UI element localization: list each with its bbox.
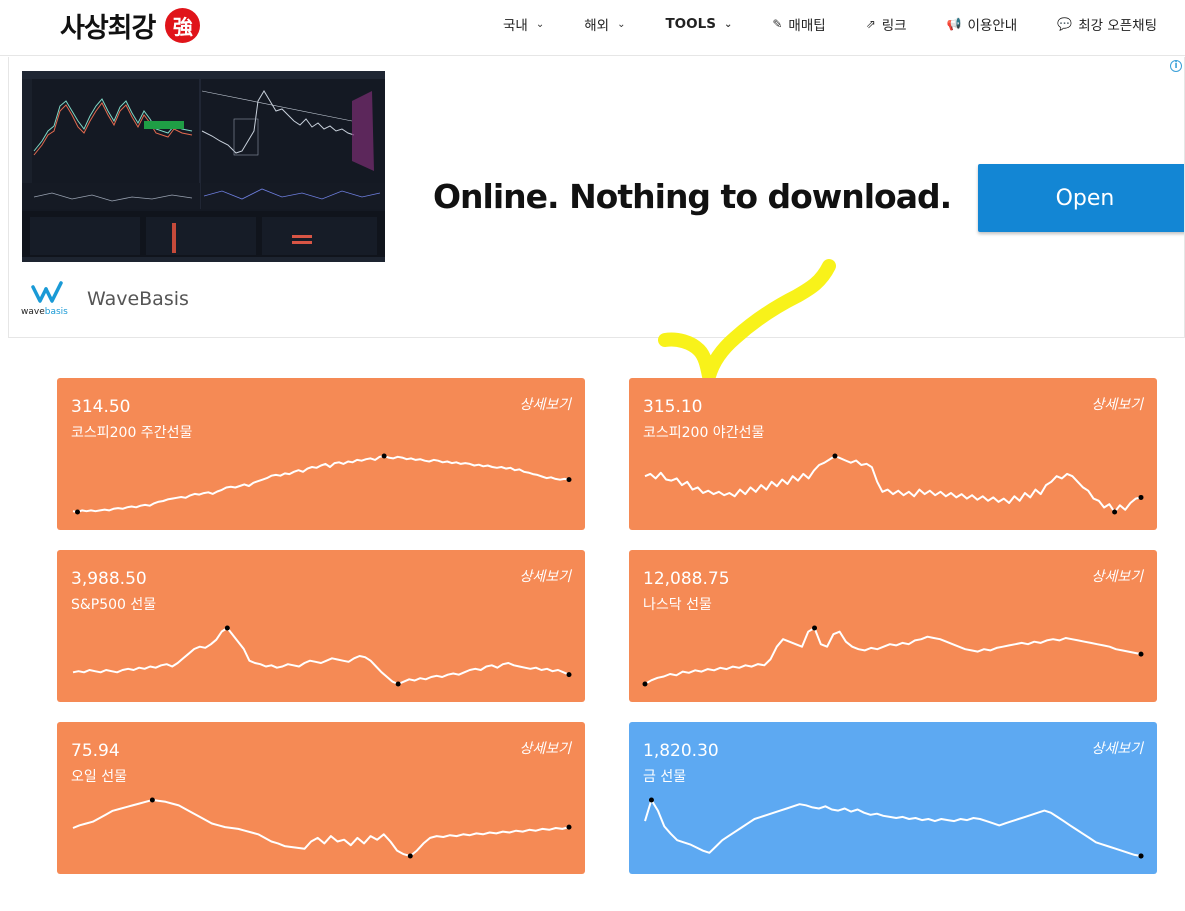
wave-logo-icon xyxy=(31,281,63,303)
sparkline-chart xyxy=(644,797,1144,859)
nav-item-overseas[interactable]: 해외 ⌄ xyxy=(584,14,625,34)
sparkline-chart xyxy=(72,625,572,687)
nav-item-label: 해외 xyxy=(584,18,610,34)
wavebasis-logo: wavebasis xyxy=(21,281,73,317)
logo-text: 사상최강 xyxy=(60,13,156,44)
logo-wordmark: wavebasis xyxy=(21,307,68,317)
price-value: 3,988.50 xyxy=(71,569,147,589)
sparkline-chart xyxy=(644,453,1144,515)
price-value: 12,088.75 xyxy=(643,569,730,589)
nav-item-domestic[interactable]: 국내 ⌄ xyxy=(503,14,544,34)
sparkline-chart xyxy=(72,453,572,515)
sparkline-path xyxy=(644,627,1142,685)
sparkline-max-marker xyxy=(648,797,654,803)
detail-link[interactable]: 상세보기 xyxy=(1091,566,1143,586)
sparkline-last-marker xyxy=(566,824,572,830)
sparkline-path xyxy=(644,455,1142,513)
sparkline-last-marker xyxy=(566,672,572,678)
nav-item-trading-tips[interactable]: ✎ 매매팁 xyxy=(772,14,825,34)
detail-link[interactable]: 상세보기 xyxy=(519,394,571,414)
chevron-down-icon: ⌄ xyxy=(535,18,545,30)
sparkline-last-marker xyxy=(1138,651,1144,657)
sparkline-last-marker xyxy=(1138,494,1144,500)
trading-platform-screenshot xyxy=(22,71,385,262)
price-value: 75.94 xyxy=(71,741,120,761)
nav-item-links[interactable]: ⇗ 링크 xyxy=(866,14,907,34)
nav-item-open-chat[interactable]: 💬 최강 오픈채팅 xyxy=(1057,14,1157,34)
sparkline-last-marker xyxy=(1138,853,1144,859)
edit-icon: ✎ xyxy=(772,17,783,31)
card-kospi200-day[interactable]: 314.50 코스피200 주간선물 상세보기 xyxy=(57,378,585,530)
instrument-name: 코스피200 주간선물 xyxy=(71,425,193,441)
chevron-down-icon: ⌄ xyxy=(617,18,626,30)
price-value: 315.10 xyxy=(643,397,703,417)
detail-link[interactable]: 상세보기 xyxy=(519,566,571,586)
sparkline-path xyxy=(72,627,570,685)
card-kospi200-night[interactable]: 315.10 코스피200 야간선물 상세보기 xyxy=(629,378,1157,530)
instrument-name: 나스닥 선물 xyxy=(643,597,712,613)
sparkline-max-marker xyxy=(812,625,818,631)
price-value: 1,820.30 xyxy=(643,741,719,761)
card-nasdaq-futures[interactable]: 12,088.75 나스닥 선물 상세보기 xyxy=(629,550,1157,702)
ad-open-button[interactable]: Open xyxy=(978,164,1184,232)
ad-info-icon[interactable]: i xyxy=(1170,60,1182,72)
checkmark-annotation-icon xyxy=(658,259,836,383)
sparkline-chart xyxy=(642,625,1144,687)
nav-item-label: 링크 xyxy=(881,18,907,34)
ad-screenshot-image[interactable] xyxy=(22,71,385,262)
sparkline-path xyxy=(72,455,570,513)
nav-item-label: 최강 오픈채팅 xyxy=(1078,18,1157,34)
instrument-name: 오일 선물 xyxy=(71,769,127,785)
ad-brand-name: WaveBasis xyxy=(87,288,189,310)
nav-item-label: 매매팁 xyxy=(788,18,826,34)
sparkline-min-marker xyxy=(395,681,401,687)
main-nav: 국내 ⌄ 해외 ⌄ TOOLS ⌄ ✎ 매매팁 ⇗ 링크 📢 이용안내 💬 최강… xyxy=(463,14,1157,34)
bullhorn-icon: 📢 xyxy=(946,17,962,31)
nav-item-tools[interactable]: TOOLS ⌄ xyxy=(665,16,732,32)
sparkline-max-marker xyxy=(381,453,387,459)
detail-link[interactable]: 상세보기 xyxy=(1091,394,1143,414)
external-link-icon: ⇗ xyxy=(865,17,876,31)
sparkline-path xyxy=(72,799,570,857)
detail-link[interactable]: 상세보기 xyxy=(1091,738,1143,758)
ad-headline[interactable]: Online. Nothing to download. xyxy=(433,177,952,216)
price-value: 314.50 xyxy=(71,397,131,417)
chevron-down-icon: ⌄ xyxy=(723,18,733,30)
detail-link[interactable]: 상세보기 xyxy=(519,738,571,758)
site-header: 사상최강 強 국내 ⌄ 해외 ⌄ TOOLS ⌄ ✎ 매매팁 ⇗ 링크 📢 이용… xyxy=(0,0,1185,56)
sparkline-min-marker xyxy=(75,509,81,515)
card-sp500-futures[interactable]: 3,988.50 S&P500 선물 상세보기 xyxy=(57,550,585,702)
logo-word-wave: wave xyxy=(21,307,45,317)
site-logo[interactable]: 사상최강 強 xyxy=(60,6,201,45)
logo-seal-icon: 強 xyxy=(165,8,201,43)
instrument-name: 코스피200 야간선물 xyxy=(643,425,765,441)
chat-icon: 💬 xyxy=(1057,17,1073,31)
nav-item-label: 이용안내 xyxy=(967,18,1018,34)
nav-item-label: TOOLS xyxy=(665,16,716,32)
sparkline-last-marker xyxy=(566,477,572,483)
logo-word-basis: basis xyxy=(44,307,68,317)
card-oil-futures[interactable]: 75.94 오일 선물 상세보기 xyxy=(57,722,585,874)
nav-item-guide[interactable]: 📢 이용안내 xyxy=(947,14,1018,34)
sparkline-max-marker xyxy=(224,625,230,631)
sparkline-max-marker xyxy=(149,797,155,803)
instrument-name: 금 선물 xyxy=(643,769,687,785)
nav-item-label: 국내 xyxy=(503,18,528,34)
sparkline-min-marker xyxy=(1112,509,1118,515)
sparkline-min-marker xyxy=(642,681,648,687)
sparkline-max-marker xyxy=(832,453,838,459)
ad-brand[interactable]: wavebasis WaveBasis xyxy=(21,281,189,317)
sparkline-chart xyxy=(72,797,572,859)
sparkline-min-marker xyxy=(407,853,413,859)
sparkline-path xyxy=(644,799,1142,857)
instrument-name: S&P500 선물 xyxy=(71,597,157,613)
advertisement-banner[interactable]: i Online. Nothing to download. Open wave… xyxy=(8,57,1185,338)
card-gold-futures[interactable]: 1,820.30 금 선물 상세보기 xyxy=(629,722,1157,874)
